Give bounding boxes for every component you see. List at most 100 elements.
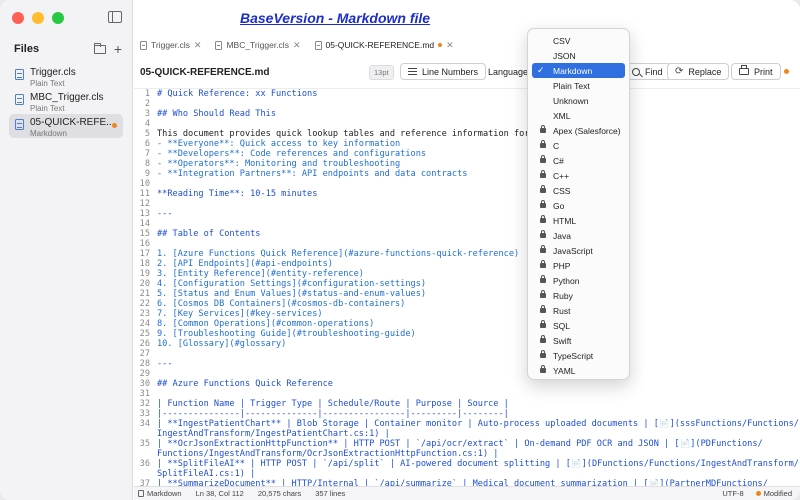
code-line[interactable]: 2 — [134, 99, 800, 109]
language-option-label: Java — [553, 230, 571, 241]
code-line[interactable]: 6 - **Everyone**: Quick access to key inf… — [134, 139, 800, 149]
tab-mbc-trigger[interactable]: MBC_Trigger.cls ✕ — [213, 40, 302, 51]
find-button[interactable]: Find — [624, 63, 671, 80]
code-line[interactable]: 26 10. [Glossary](#glossary) — [134, 339, 800, 349]
code-line[interactable]: 9 - **Integration Partners**: API endpoin… — [134, 169, 800, 179]
code-line[interactable]: 12 — [134, 199, 800, 209]
language-option-rust[interactable]: Rust — [532, 303, 625, 318]
code-line[interactable]: 3 ## Who Should Read This — [134, 109, 800, 119]
language-option-csv[interactable]: CSV — [532, 33, 625, 48]
code-line[interactable]: 13 --- — [134, 209, 800, 219]
language-option-javascript[interactable]: JavaScript — [532, 243, 625, 258]
language-option-html[interactable]: HTML — [532, 213, 625, 228]
zoom-window-button[interactable] — [52, 12, 64, 24]
status-state: Modified — [755, 489, 792, 498]
code-line[interactable]: 33 |---------------|--------------|------… — [134, 409, 800, 419]
code-line[interactable]: 22 6. [Cosmos DB Containers](#cosmos-db-c… — [134, 299, 800, 309]
print-button[interactable]: Print — [731, 63, 781, 80]
code-line[interactable]: 4 — [134, 119, 800, 129]
language-option-xml[interactable]: XML — [532, 108, 625, 123]
code-line[interactable]: IngestAndTransform/IngestPatientChart.cs… — [134, 429, 800, 439]
code-line[interactable]: 17 1. [Azure Functions Quick Reference](#… — [134, 249, 800, 259]
line-numbers-button[interactable]: Line Numbers — [400, 63, 487, 80]
code-line[interactable]: 24 8. [Common Operations](#common-operati… — [134, 319, 800, 329]
code-line[interactable]: 34 | **IngestPatientChart** | Blob Storag… — [134, 419, 800, 429]
minimize-window-button[interactable] — [32, 12, 44, 24]
language-option-label: HTML — [553, 215, 577, 226]
code-line[interactable]: 8 - **Operators**: Monitoring and trouble… — [134, 159, 800, 169]
code-line[interactable]: 10 — [134, 179, 800, 189]
new-file-icon[interactable]: + — [114, 42, 122, 56]
language-option-go[interactable]: Go — [532, 198, 625, 213]
font-size-badge[interactable]: 13pt — [369, 65, 394, 80]
file-item-mbc-trigger[interactable]: MBC_Trigger.cls Plain Text — [9, 89, 123, 113]
code-line[interactable]: 32 | Function Name | Trigger Type | Sched… — [134, 399, 800, 409]
language-option-java[interactable]: Java — [532, 228, 625, 243]
close-window-button[interactable] — [12, 12, 24, 24]
language-option-sql[interactable]: SQL — [532, 318, 625, 333]
language-option-c-[interactable]: C# — [532, 153, 625, 168]
language-option-c-[interactable]: C++ — [532, 168, 625, 183]
file-item-quick-reference[interactable]: 05-QUICK-REFE... Markdown — [9, 114, 123, 138]
code-line[interactable]: 19 3. [Entity Reference](#entity-referenc… — [134, 269, 800, 279]
language-option-python[interactable]: Python — [532, 273, 625, 288]
code-line[interactable]: 28 --- — [134, 359, 800, 369]
language-option-json[interactable]: JSON — [532, 48, 625, 63]
code-line[interactable]: 20 4. [Configuration Settings](#configura… — [134, 279, 800, 289]
line-number: 15 — [139, 229, 150, 239]
status-encoding: UTF-8 — [722, 489, 744, 498]
close-tab-icon[interactable]: ✕ — [446, 40, 454, 51]
code-line[interactable]: 16 — [134, 239, 800, 249]
code-line[interactable]: 36 | **SplitFileAI** | HTTP POST | `/api/… — [134, 459, 800, 469]
code-line[interactable]: 31 — [134, 389, 800, 399]
close-tab-icon[interactable]: ✕ — [293, 40, 301, 51]
line-number: 30 — [139, 379, 150, 389]
tab-quick-reference[interactable]: 05-QUICK-REFERENCE.md ✕ — [313, 40, 456, 51]
code-editor[interactable]: 1 # Quick Reference: xx Functions 2 3 ## Who… — [134, 88, 800, 486]
code-line[interactable]: 21 5. [Status and Enum Values](#status-an… — [134, 289, 800, 299]
language-option-c[interactable]: C — [532, 138, 625, 153]
code-line[interactable]: 25 9. [Troubleshooting Guide](#troublesho… — [134, 329, 800, 339]
code-line[interactable]: 7 - **Developers**: Code references and c… — [134, 149, 800, 159]
code-line[interactable]: 35 | **OcrJsonExtractionHttpFunction** | … — [134, 439, 800, 449]
line-number: 25 — [139, 329, 150, 339]
code-line[interactable]: Functions/IngestAndTransform/OcrJsonExtr… — [134, 449, 800, 459]
language-option-label: JSON — [553, 50, 576, 61]
code-line[interactable]: 1 # Quick Reference: xx Functions — [134, 89, 800, 99]
line-number: 10 — [139, 179, 150, 189]
language-option-typescript[interactable]: TypeScript — [532, 348, 625, 363]
code-line[interactable]: 15 ## Table of Contents — [134, 229, 800, 239]
tab-trigger[interactable]: Trigger.cls ✕ — [138, 40, 203, 51]
language-option-ruby[interactable]: Ruby — [532, 288, 625, 303]
language-option-unknown[interactable]: Unknown — [532, 93, 625, 108]
language-option-swift[interactable]: Swift — [532, 333, 625, 348]
document-title: 05-QUICK-REFERENCE.md — [140, 66, 270, 78]
status-language[interactable]: Markdown — [138, 489, 182, 498]
code-line[interactable]: 29 — [134, 369, 800, 379]
close-tab-icon[interactable]: ✕ — [194, 40, 202, 51]
code-line[interactable]: 27 — [134, 349, 800, 359]
language-option-label: C# — [553, 155, 564, 166]
code-line[interactable]: 11 **Reading Time**: 10-15 minutes — [134, 189, 800, 199]
line-number: 23 — [139, 309, 150, 319]
lock-icon — [540, 155, 546, 163]
code-line[interactable]: 23 7. [Key Services](#key-services) — [134, 309, 800, 319]
code-text: 9. [Troubleshooting Guide](#troubleshoot… — [157, 329, 416, 339]
sidebar-toggle-icon[interactable] — [108, 11, 122, 23]
code-line[interactable]: 5 This document provides quick lookup tab… — [134, 129, 800, 139]
code-line[interactable]: 18 2. [API Endpoints](#api-endpoints) — [134, 259, 800, 269]
new-folder-icon[interactable] — [93, 42, 106, 54]
language-option-yaml[interactable]: YAML — [532, 363, 625, 378]
language-option-markdown[interactable]: ✓ Markdown — [532, 63, 625, 78]
code-line[interactable]: 37 | **SummarizeDocument** | HTTP/Interna… — [134, 479, 800, 486]
language-option-plain-text[interactable]: Plain Text — [532, 78, 625, 93]
language-option-css[interactable]: CSS — [532, 183, 625, 198]
language-option-apex-salesforce-[interactable]: Apex (Salesforce) — [532, 123, 625, 138]
language-option-php[interactable]: PHP — [532, 258, 625, 273]
code-line[interactable]: 30 ## Azure Functions Quick Reference — [134, 379, 800, 389]
code-line[interactable]: 14 — [134, 219, 800, 229]
code-line[interactable]: SplitFileAI.cs:1) | — [134, 469, 800, 479]
file-type: Markdown — [30, 129, 67, 138]
file-item-trigger[interactable]: Trigger.cls Plain Text — [9, 64, 123, 88]
replace-button[interactable]: ⟳ Replace — [667, 63, 730, 80]
